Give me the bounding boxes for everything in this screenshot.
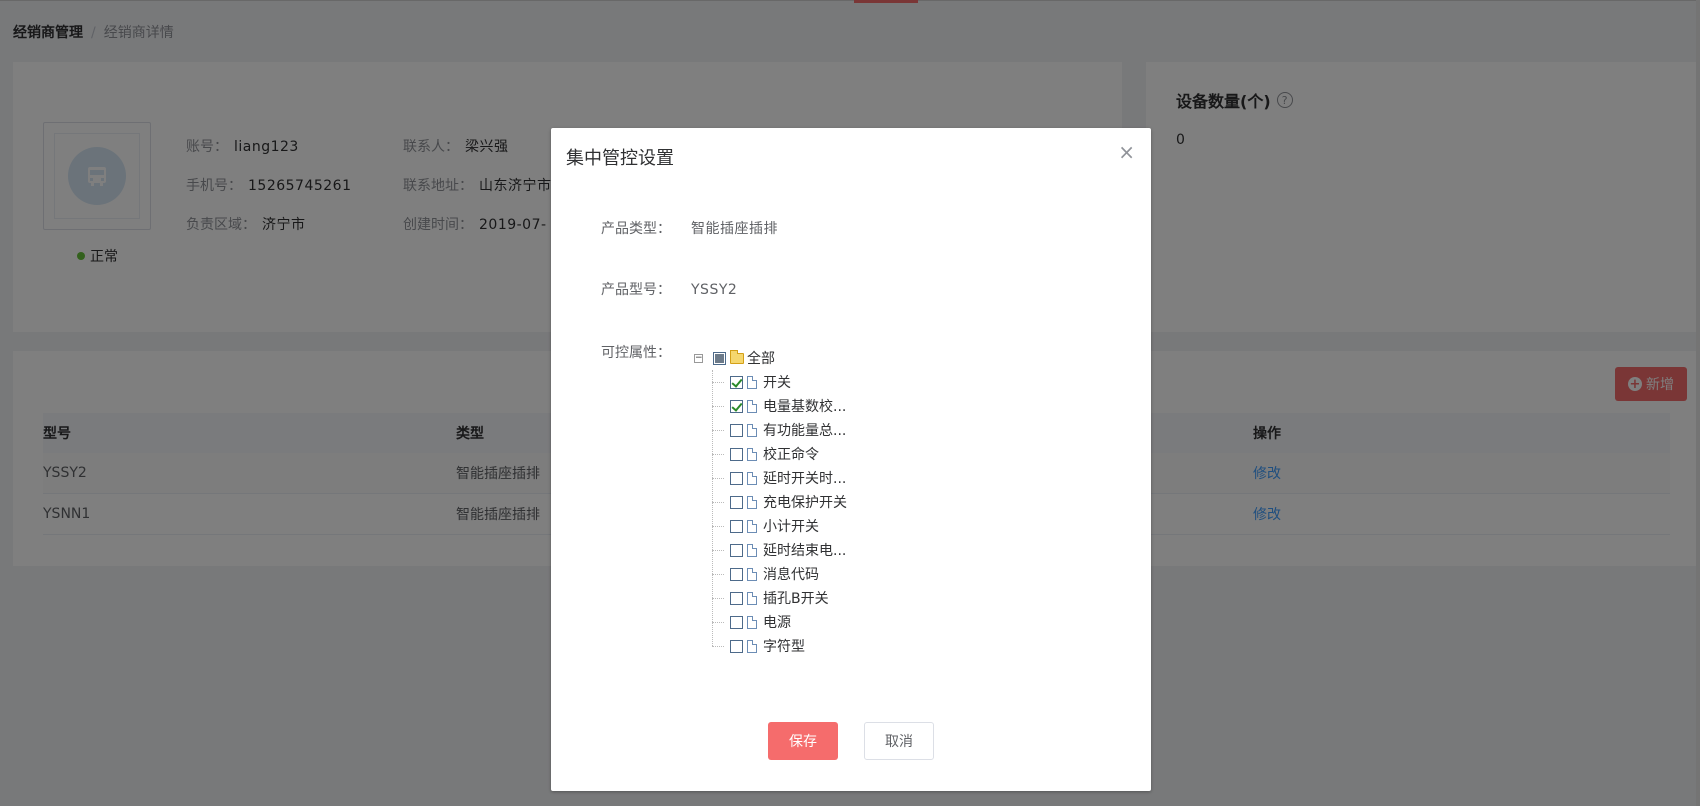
product-model-row: 产品型号： YSSY2 [601,282,738,298]
document-icon [747,615,757,629]
save-button[interactable]: 保存 [768,722,838,760]
tree-item: 电源 [712,610,847,634]
tree-item: 有功能量总... [712,418,847,442]
attribute-label[interactable]: 电量基数校... [763,396,846,416]
tree-item: 插孔B开关 [712,586,847,610]
folder-icon [730,349,744,364]
attribute-label[interactable]: 有功能量总... [763,420,846,440]
tree-root: − 全部 [694,346,847,370]
attribute-checkbox[interactable] [730,375,743,389]
attribute-checkbox[interactable] [730,495,743,509]
attribute-checkbox[interactable] [730,567,743,581]
tree-root-label[interactable]: 全部 [747,348,775,368]
attribute-checkbox[interactable] [730,423,743,437]
attribute-label[interactable]: 电源 [763,612,791,632]
attribute-label[interactable]: 消息代码 [763,564,819,584]
tree-item: 消息代码 [712,562,847,586]
document-icon [747,447,757,461]
attribute-label[interactable]: 充电保护开关 [763,492,847,512]
central-control-dialog: 集中管控设置 × 产品类型： 智能插座插排 产品型号： YSSY2 可控属性： − … [551,128,1151,791]
tree-item: 电量基数校... [712,394,847,418]
document-icon [747,375,757,389]
attribute-checkbox[interactable] [730,591,743,605]
tree-children: 开关电量基数校... 有功能量总... 校正命令延时开关时... 充电保护开关 小计开关… [712,370,847,658]
document-icon [747,543,757,557]
document-icon [747,567,757,581]
document-icon [747,399,757,413]
attribute-label[interactable]: 延时开关时... [763,468,846,488]
document-icon [747,519,757,533]
document-icon [747,495,757,509]
tree-item: 校正命令 [712,442,847,466]
attribute-label[interactable]: 字符型 [763,636,805,656]
attribute-checkbox[interactable] [730,519,743,533]
tree-item: 充电保护开关 [712,490,847,514]
tree-item: 延时结束电... [712,538,847,562]
attribute-label[interactable]: 小计开关 [763,516,819,536]
document-icon [747,423,757,437]
document-icon [747,591,757,605]
tree-item: 开关 [712,370,847,394]
tree-item: 小计开关 [712,514,847,538]
document-icon [747,639,757,653]
attribute-label[interactable]: 插孔B开关 [763,588,829,608]
attribute-checkbox[interactable] [730,615,743,629]
tree-root-checkbox[interactable] [713,351,726,365]
cancel-button[interactable]: 取消 [864,722,934,760]
attribute-checkbox[interactable] [730,471,743,485]
attribute-checkbox[interactable] [730,399,743,413]
product-type-row: 产品类型： 智能插座插排 [601,221,778,237]
attribute-label[interactable]: 校正命令 [763,444,819,464]
collapse-icon[interactable]: − [694,353,703,363]
close-icon[interactable]: × [1118,142,1135,162]
attributes-label-row: 可控属性： [601,345,671,361]
tree-item: 字符型 [712,634,847,658]
attribute-checkbox[interactable] [730,639,743,653]
attribute-checkbox[interactable] [730,447,743,461]
attribute-label[interactable]: 开关 [763,372,791,392]
tree-item: 延时开关时... [712,466,847,490]
document-icon [747,471,757,485]
attribute-checkbox[interactable] [730,543,743,557]
attribute-label[interactable]: 延时结束电... [763,540,846,560]
dialog-title: 集中管控设置 [566,148,674,169]
attribute-tree: − 全部 开关电量基数校... 有功能量总... 校正命令延时开关时... 充电保护开… [694,346,847,658]
